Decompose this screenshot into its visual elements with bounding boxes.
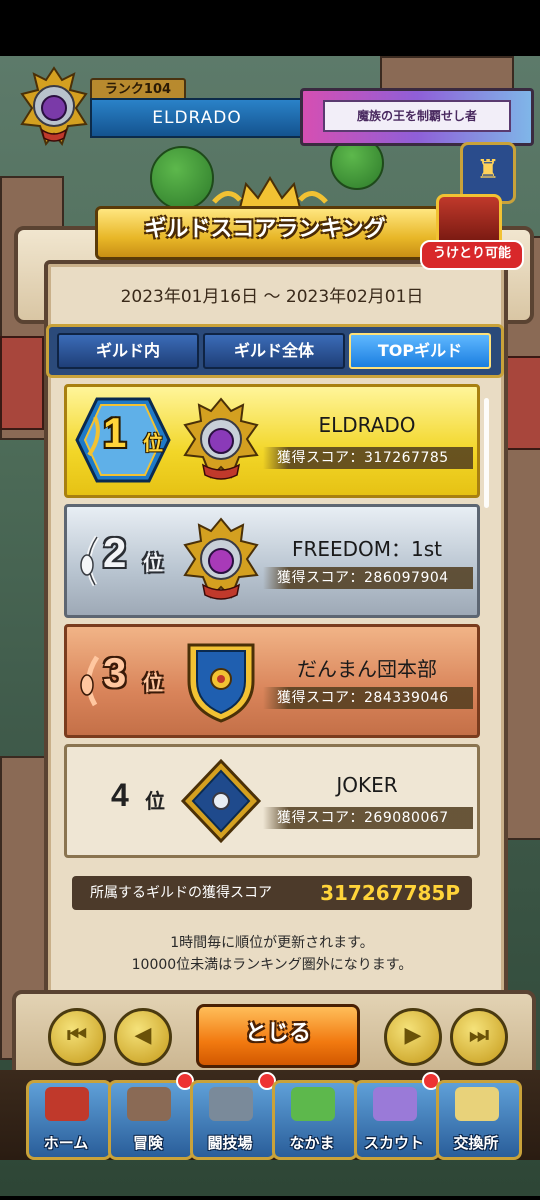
tab-all-guilds[interactable]: ギルド全体 [203, 333, 345, 369]
carriage-icon [127, 1087, 171, 1121]
nav-label: なかま [289, 1134, 335, 1152]
nav-exchange[interactable]: 交換所 [436, 1080, 522, 1160]
title-banner: ギルドスコアランキング [95, 196, 441, 262]
treasure-chest-icon [436, 194, 502, 244]
rank-suffix: 位 [143, 551, 163, 575]
ranking-row-1[interactable]: 1 位 ELDRADO 獲得スコア：317267785 [64, 384, 480, 498]
tab-in-guild[interactable]: ギルド内 [57, 333, 199, 369]
list-scrollbar[interactable] [484, 398, 489, 508]
out-of-rank-note: 10000位未満はランキング圏外になります。 [131, 957, 413, 973]
background-roof [0, 336, 44, 430]
ranking-list[interactable]: 1 位 ELDRADO 獲得スコア：317267785 2 位 FREEDOM：… [60, 384, 480, 864]
tent-icon [45, 1087, 89, 1121]
exchange-shop-icon [455, 1087, 499, 1121]
skip-forward-icon: ⏭ [469, 1023, 489, 1048]
diamond-crest-icon [180, 758, 262, 844]
tab-top-guilds[interactable]: TOPギルド [349, 333, 491, 369]
close-button[interactable]: とじる [196, 1004, 360, 1068]
ranking-period: 2023年01月16日 〜 2023年02月01日 [120, 287, 424, 307]
nav-arena[interactable]: 闘技場 [190, 1080, 276, 1160]
ranking-tabs: ギルド内 ギルド全体 TOPギルド [46, 324, 504, 378]
guild-crest-icon [183, 517, 259, 600]
title-badge[interactable]: 魔族の王を制覇せし者 [300, 88, 534, 146]
ranking-row-2[interactable]: 2 位 FREEDOM：1st 獲得スコア：286097904 [64, 504, 480, 618]
guild-score: 獲得スコア：286097904 [263, 567, 473, 589]
guild-score: 獲得スコア：269080067 [263, 807, 473, 829]
nav-companions[interactable]: なかま [272, 1080, 358, 1160]
reward-chest[interactable]: うけとり可能 [420, 194, 524, 270]
guild-name: FREEDOM：1st [291, 537, 443, 561]
colosseum-icon [209, 1087, 253, 1121]
monsters-icon [291, 1087, 335, 1121]
own-score-label: 所属するギルドの獲得スコア [90, 885, 272, 901]
last-page-button[interactable]: ⏭ [450, 1008, 508, 1066]
guild-crest-icon[interactable] [12, 64, 96, 154]
guild-score: 獲得スコア：284339046 [263, 687, 473, 709]
skip-back-icon: ⏮ [67, 1023, 87, 1048]
rank-suffix: 位 [143, 431, 163, 455]
next-page-button[interactable]: ▶ [384, 1008, 442, 1066]
chevron-right-icon: ▶ [404, 1023, 422, 1048]
rank-number: 1 [103, 409, 127, 456]
nav-label: スカウト [363, 1134, 424, 1152]
guild-rank-box[interactable]: ランク104 ELDRADO [90, 78, 304, 138]
nav-label: ホーム [43, 1134, 89, 1152]
guild-name: JOKER [336, 773, 398, 797]
prev-page-button[interactable]: ◀ [114, 1008, 172, 1066]
guild-name: ELDRADO [318, 413, 416, 437]
receive-available-badge: うけとり可能 [420, 240, 524, 270]
nav-adventure[interactable]: 冒険 [108, 1080, 194, 1160]
guild-shield-icon: ♜ [476, 155, 500, 185]
nav-scout[interactable]: スカウト [354, 1080, 440, 1160]
guild-score: 獲得スコア：317267785 [263, 447, 473, 469]
title-badge-text: 魔族の王を制覇せし者 [323, 100, 511, 132]
guild-name: ELDRADO [90, 98, 304, 138]
nav-label: 闘技場 [207, 1134, 253, 1152]
guild-crest-icon [183, 397, 259, 480]
nav-label: 冒険 [132, 1134, 163, 1152]
chevron-left-icon: ◀ [134, 1023, 152, 1048]
rank-number: 4 [111, 777, 129, 813]
guild-name: だんまん団本部 [297, 657, 437, 681]
shield-crest-icon [187, 643, 255, 723]
own-guild-score-bar: 所属するギルドの獲得スコア 317267785P [72, 876, 472, 910]
rank-suffix: 位 [145, 789, 165, 813]
rank-suffix: 位 [143, 671, 163, 695]
screen-title: ギルドスコアランキング [144, 217, 386, 242]
ranking-row-3[interactable]: 3 位 だんまん団本部 獲得スコア：284339046 [64, 624, 480, 738]
background-roof [505, 356, 540, 450]
rank-number: 3 [103, 649, 127, 696]
scout-portal-icon [373, 1087, 417, 1121]
rank-number: 2 [103, 529, 127, 576]
update-note: 1時間毎に順位が更新されます。 [170, 935, 374, 951]
ranking-row-4[interactable]: 4 位 JOKER 獲得スコア：269080067 [64, 744, 480, 858]
nav-label: 交換所 [453, 1134, 499, 1152]
own-score-value: 317267785P [320, 881, 460, 905]
first-page-button[interactable]: ⏮ [48, 1008, 106, 1066]
nav-home[interactable]: ホーム [26, 1080, 112, 1160]
